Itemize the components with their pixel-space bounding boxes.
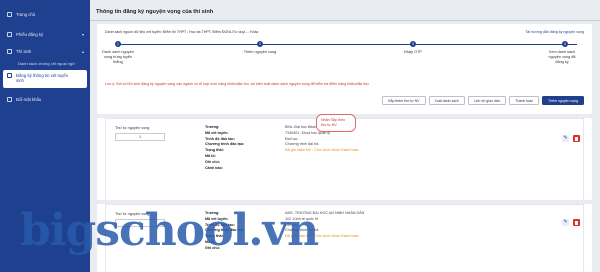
sidebar-item-label-line2: sinh <box>16 78 24 83</box>
priority-label: Thứ tự nguyện vọng <box>115 126 150 130</box>
sidebar-subitem-language-certificates[interactable]: Danh sách chứng chỉ ngoại ngữ <box>0 61 90 66</box>
step-3-label: Nhập OTP <box>404 50 422 54</box>
sidebar-item-registration-form[interactable]: Phiếu đăng ký ▾ <box>0 27 90 41</box>
watermark-text: bigschool.vn <box>20 205 319 256</box>
clipboard-icon <box>7 73 12 78</box>
sidebar-item-label: Trang chủ <box>16 11 36 17</box>
edit-icon[interactable]: ✎ <box>562 219 569 226</box>
status-value: Đã ghi nhận NV - Chờ chọn được thanh toá… <box>285 148 359 153</box>
payment-button[interactable]: Thanh toán <box>509 96 540 105</box>
step-2-label: Thêm nguyện vọng <box>243 50 277 54</box>
hint-tooltip: Nhấn Sắp theo thứ tự NV <box>316 114 356 132</box>
field-warning-label: Cảnh báo: <box>205 165 224 170</box>
registration-card: Danh sách nguồn dữ liệu xét tuyển: Điểm … <box>97 24 592 114</box>
sidebar-item-label: Đổi mật khẩu <box>16 96 42 102</box>
sidebar-item-candidate[interactable]: Thí sinh ▴ <box>0 44 90 58</box>
chevron-up-icon: ▴ <box>81 48 84 54</box>
page-title: Thông tin đăng ký nguyện vọng của thí si… <box>96 9 214 15</box>
step-4-dot[interactable]: 4 <box>562 41 568 47</box>
sidebar-item-label: Thí sinh <box>16 48 32 54</box>
document-icon <box>7 31 12 37</box>
sidebar-item-home[interactable]: Trang chủ <box>0 7 90 21</box>
action-toolbar: Sắp thêm thứ tự NV Xuất danh sách Lịch s… <box>382 96 584 105</box>
warning-note: Lưu ý: Đối với thí sinh đăng ký nguyện v… <box>105 82 370 86</box>
sort-priority-button[interactable]: Sắp thêm thứ tự NV <box>382 96 426 105</box>
step-4-label: Xem danh sách nguyện vọng đã đăng ký <box>548 50 576 64</box>
export-list-button[interactable]: Xuất danh sách <box>428 96 465 105</box>
stepper-line <box>117 44 577 45</box>
key-icon <box>7 96 12 102</box>
step-3-dot[interactable]: 3 <box>410 41 416 47</box>
chevron-down-icon: ▾ <box>81 31 84 37</box>
sidebar-item-admission-registration[interactable]: Đăng ký thông tin xét tuyển sinh <box>3 70 87 88</box>
sidebar-item-change-password[interactable]: Đổi mật khẩu <box>0 92 90 106</box>
home-icon <box>7 11 12 17</box>
add-preference-button[interactable]: Thêm nguyện vọng <box>542 96 584 105</box>
guide-link[interactable]: Tài hướng dẫn đăng ký nguyện vọng <box>525 30 584 34</box>
user-icon <box>7 48 12 54</box>
source-list-text: Danh sách nguồn dữ liệu xét tuyển: Điểm … <box>105 30 259 34</box>
trash-icon[interactable] <box>573 135 580 142</box>
priority-input[interactable]: 1 <box>115 133 165 141</box>
divider <box>90 20 600 21</box>
trash-icon[interactable] <box>573 219 580 226</box>
step-2-dot[interactable]: 2 <box>257 41 263 47</box>
sidebar-item-label: Phiếu đăng ký <box>16 31 44 37</box>
transaction-history-button[interactable]: Lịch sử giao dịch <box>467 96 507 105</box>
step-1-dot[interactable]: 1 <box>115 41 121 47</box>
step-1-label: Danh sách nguyện vọng trúng tuyển thẳng <box>102 50 134 64</box>
edit-icon[interactable]: ✎ <box>562 135 569 142</box>
